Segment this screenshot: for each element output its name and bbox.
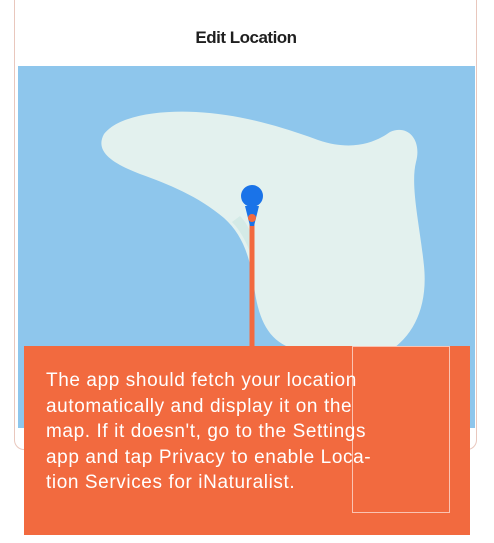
onboarding-tooltip: The app should fetch your location autom…: [24, 346, 470, 535]
navigation-header: Edit Location: [17, 10, 475, 66]
location-pin-icon[interactable]: [241, 185, 263, 207]
island-landmass: [101, 111, 425, 361]
tooltip-highlight-frame: [352, 346, 450, 513]
tutorial-screen: Edit Location The app should fetch your …: [0, 0, 494, 543]
pointer-anchor-dot: [248, 214, 256, 222]
page-title: Edit Location: [195, 28, 297, 47]
